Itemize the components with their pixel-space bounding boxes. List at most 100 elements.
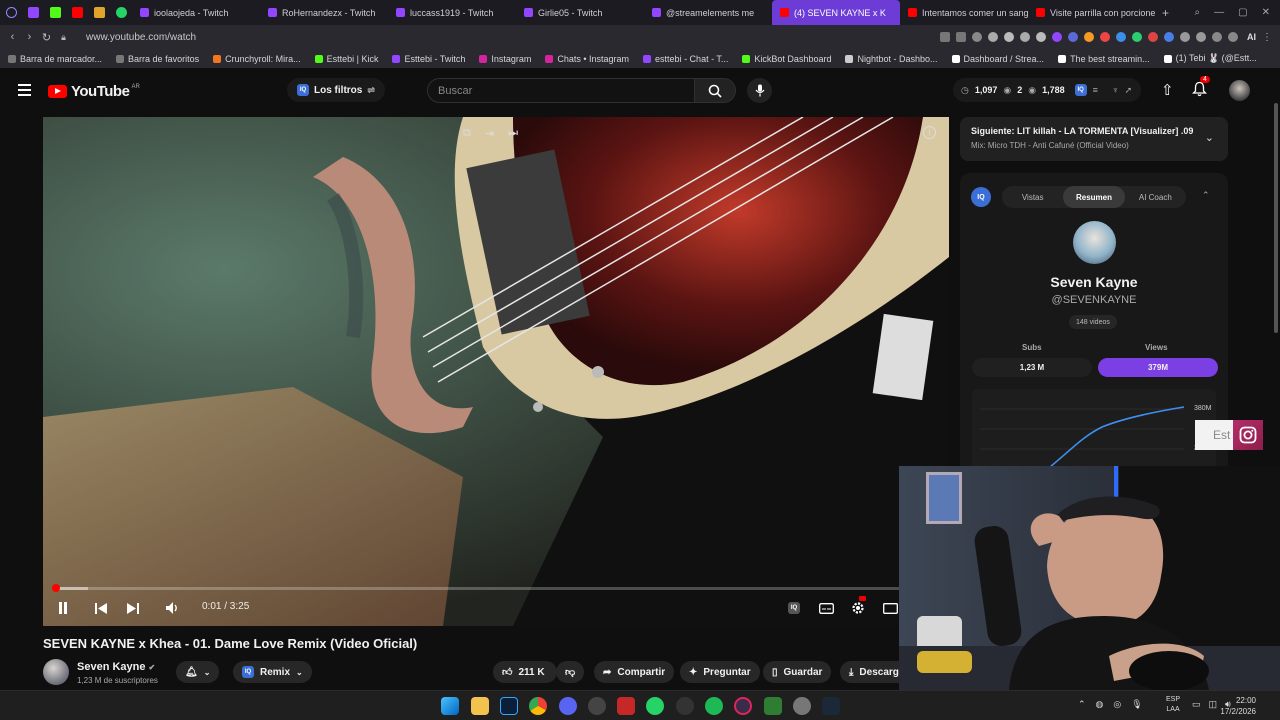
bookmark-item[interactable]: Barra de favoritos xyxy=(116,54,199,64)
search-input[interactable]: Buscar xyxy=(427,78,695,103)
browser-tab[interactable]: Intentamos comer un sang xyxy=(900,0,1028,25)
downloads-icon[interactable] xyxy=(1212,32,1222,42)
bookmark-item[interactable]: Nightbot - Dashbo... xyxy=(845,54,938,64)
channel-stats-pill[interactable]: ◷ 1,097 ◉ 2 ◉ 1,788 IQ ≡ ♆ ➚ xyxy=(953,78,1141,102)
photoshop-icon[interactable] xyxy=(500,697,518,715)
rocket-icon[interactable]: ➚ xyxy=(1125,85,1133,96)
bookmark-item[interactable]: Esttebi | Kick xyxy=(314,54,378,64)
pinned-tab-extension[interactable] xyxy=(88,0,110,25)
volume-button[interactable] xyxy=(163,599,181,617)
browser-tab[interactable]: Visite parrilla con porcione xyxy=(1028,0,1156,25)
download-page-icon[interactable] xyxy=(940,32,950,42)
channel-avatar[interactable] xyxy=(43,659,69,685)
progress-bar[interactable] xyxy=(52,584,940,592)
upload-button[interactable]: ⇧ xyxy=(1161,81,1174,99)
miniplayer-icon[interactable]: ⧉ xyxy=(463,127,471,140)
file-explorer-icon[interactable] xyxy=(471,697,489,715)
spotify-icon[interactable] xyxy=(705,697,723,715)
channel-name-wrap[interactable]: Seven Kayne ✔ xyxy=(77,661,155,673)
tab-vistas[interactable]: Vistas xyxy=(1002,186,1063,208)
share-screen-icon[interactable]: ⇥ xyxy=(485,127,494,140)
new-tab-button[interactable]: + xyxy=(1162,6,1169,20)
remix-button[interactable]: IQ Remix ⌄ xyxy=(233,661,312,683)
iq-player-button[interactable]: IQ xyxy=(785,599,803,617)
discord-tray-icon[interactable]: ◍ xyxy=(1096,699,1104,710)
browser-tab[interactable]: Girlie05 - Twitch xyxy=(516,0,644,25)
ai-button[interactable]: AI xyxy=(1247,32,1256,42)
pause-button[interactable] xyxy=(54,599,72,617)
url-field[interactable]: www.youtube.com/watch xyxy=(86,32,196,43)
search-button[interactable] xyxy=(694,78,736,103)
mic-tray-icon[interactable]: 🎙︎ xyxy=(1131,699,1142,710)
bookmark-item[interactable]: Crunchyroll: Mira... xyxy=(213,54,301,64)
trophy-icon[interactable]: ♆ xyxy=(1112,85,1119,95)
like-button[interactable]: 👍︎ 211 K xyxy=(493,661,557,683)
next-icon[interactable]: ⏭ xyxy=(508,127,518,140)
theater-mode-button[interactable] xyxy=(881,599,899,617)
panel-scrollbar[interactable] xyxy=(1274,103,1278,333)
dislike-button[interactable]: 👎︎ xyxy=(556,661,585,683)
tray-overflow-icon[interactable]: ⌃ xyxy=(1078,699,1086,710)
bookmark-item[interactable]: esttebi - Chat - T... xyxy=(643,54,728,64)
video-player[interactable]: ⧉ ⇥ ⏭ i xyxy=(43,117,949,626)
clock[interactable]: 22:00 17/2/2026 xyxy=(1220,695,1256,717)
profile-icon[interactable] xyxy=(1196,32,1206,42)
ask-button[interactable]: ✦ Preguntar xyxy=(680,661,760,683)
save-button[interactable]: ▯ Guardar xyxy=(763,661,832,683)
tab-resumen[interactable]: Resumen xyxy=(1063,186,1125,208)
browser-tab[interactable]: luccass1919 - Twitch xyxy=(388,0,516,25)
steam-icon[interactable] xyxy=(822,697,840,715)
pinned-tab-youtube[interactable] xyxy=(66,0,88,25)
notifications-button[interactable]: 4 xyxy=(1191,76,1210,102)
browser-menu-icon[interactable] xyxy=(0,0,22,25)
youtube-logo[interactable]: YouTube AR xyxy=(48,83,140,100)
opera-gx-icon[interactable] xyxy=(734,697,752,715)
bookmark-item[interactable]: (1) Tebi 🐰 (@Estt... xyxy=(1163,53,1257,64)
search-tabs-icon[interactable]: ⌕ xyxy=(1195,7,1201,18)
minimize-icon[interactable]: — xyxy=(1214,7,1224,18)
filters-button[interactable]: IQ Los filtros ⇌ xyxy=(287,78,385,102)
settings-gear-icon[interactable] xyxy=(793,697,811,715)
chrome-icon[interactable] xyxy=(529,697,547,715)
extension-icon[interactable] xyxy=(1100,32,1110,42)
up-next-card[interactable]: Siguiente: LIT killah - LA TORMENTA [Vis… xyxy=(960,117,1228,161)
next-button[interactable] xyxy=(124,599,142,617)
browser-tab[interactable]: @streamelements me xyxy=(644,0,772,25)
bookmark-item[interactable]: Chats • Instagram xyxy=(545,54,629,64)
share-button[interactable]: ➦ Compartir xyxy=(594,661,675,683)
heart-icon[interactable] xyxy=(1020,32,1030,42)
subs-value[interactable]: 1,23 M xyxy=(972,358,1092,377)
whatsapp-icon[interactable] xyxy=(646,697,664,715)
bookmark-item[interactable]: Dashboard / Strea... xyxy=(951,54,1044,64)
discord-icon[interactable] xyxy=(559,697,577,715)
bookmark-item[interactable]: Esttebi - Twitch xyxy=(392,54,465,64)
subtitles-button[interactable] xyxy=(817,599,835,617)
bookmark-item[interactable]: The best streamin... xyxy=(1058,54,1150,64)
iq-extension-icon[interactable]: IQ xyxy=(971,187,991,207)
bookmark-item[interactable]: Instagram xyxy=(479,54,531,64)
menu-dots-icon[interactable]: ⋮ xyxy=(1262,32,1272,43)
app-icon[interactable] xyxy=(588,697,606,715)
twitch-extension-icon[interactable] xyxy=(1052,32,1062,42)
settings-button[interactable] xyxy=(849,596,867,617)
play-icon[interactable] xyxy=(1004,32,1014,42)
extension-icon[interactable] xyxy=(1084,32,1094,42)
sidebar-icon[interactable] xyxy=(1036,32,1046,42)
iq-extension-icon[interactable]: IQ xyxy=(1074,84,1087,96)
obs-icon[interactable] xyxy=(676,697,694,715)
account-avatar[interactable] xyxy=(1229,80,1250,101)
extension-icon[interactable] xyxy=(1068,32,1078,42)
bookmark-item[interactable]: Barra de marcador... xyxy=(8,54,102,64)
list-icon[interactable]: ≡ xyxy=(1093,85,1098,95)
info-icon[interactable]: i xyxy=(923,126,936,139)
start-button[interactable] xyxy=(441,697,459,715)
scrubber-handle[interactable] xyxy=(52,584,61,592)
app-icon[interactable] xyxy=(764,697,782,715)
forward-icon[interactable]: › xyxy=(21,31,38,43)
language-indicator[interactable]: ESP LAA xyxy=(1166,695,1180,715)
pinned-tab-twitch[interactable] xyxy=(22,0,44,25)
previous-button[interactable] xyxy=(92,599,110,617)
views-value[interactable]: 379M xyxy=(1098,358,1218,377)
shield-icon[interactable] xyxy=(972,32,982,42)
extension-icon[interactable] xyxy=(1132,32,1142,42)
